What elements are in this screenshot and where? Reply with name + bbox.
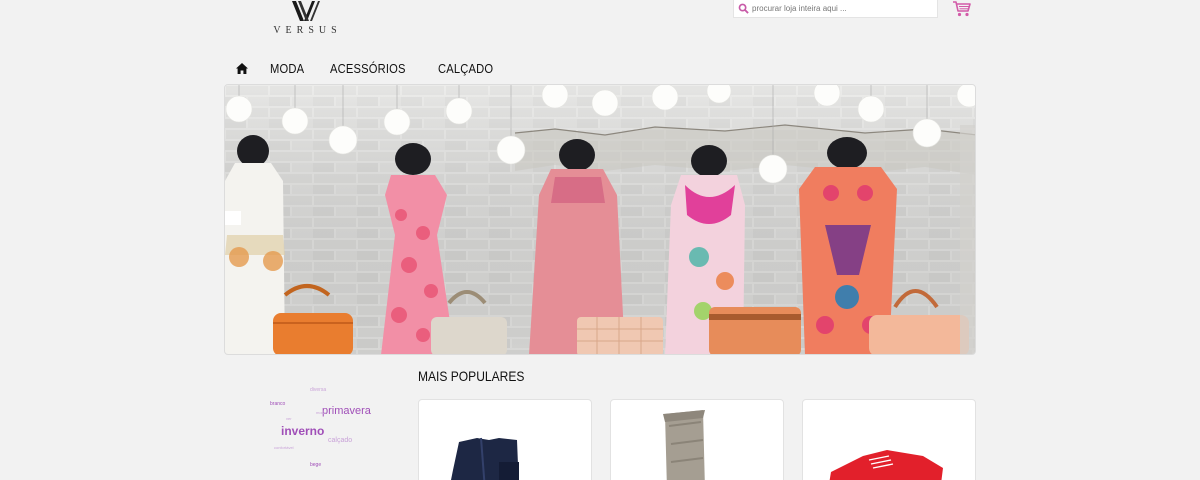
- hero-banner-image: [225, 85, 975, 354]
- cart-icon[interactable]: [952, 0, 972, 18]
- product-card-navy-ankle-boot[interactable]: [418, 399, 592, 480]
- tag-confortavel[interactable]: confortável: [274, 445, 294, 450]
- nav-item-calcado[interactable]: CALÇADO: [438, 61, 493, 76]
- tag-ver[interactable]: ver: [286, 416, 292, 421]
- search-icon[interactable]: [734, 0, 752, 18]
- nav-item-moda[interactable]: MODA: [270, 61, 304, 76]
- brand-name: VERSUS: [273, 25, 342, 36]
- navy-ankle-boot-image: [451, 437, 519, 480]
- grey-tall-boot-image: [663, 410, 705, 480]
- red-sneaker-image: [829, 450, 943, 480]
- tag-diversa[interactable]: diversa: [310, 387, 326, 393]
- brand-logo[interactable]: VERSUS: [262, 0, 348, 44]
- tag-calcado[interactable]: calçado: [328, 437, 352, 444]
- tag-primavera[interactable]: primavera: [322, 405, 371, 417]
- tag-moda[interactable]: moda: [316, 410, 326, 415]
- nav-item-acessorios[interactable]: ACESSÓRIOS: [330, 61, 406, 76]
- popular-section-title: MAIS POPULARES: [418, 368, 525, 384]
- product-card-grey-tall-boot[interactable]: [610, 399, 784, 480]
- vx-monogram-icon: [292, 1, 320, 21]
- tag-branco[interactable]: branco: [270, 401, 285, 407]
- tag-inverno[interactable]: inverno: [281, 424, 324, 438]
- hero-banner[interactable]: [224, 84, 976, 355]
- tag-cloud: diversa branco primavera inverno calçado…: [262, 382, 392, 472]
- home-icon[interactable]: [236, 61, 250, 75]
- main-nav: MODA ACESSÓRIOS CALÇADO: [236, 58, 522, 78]
- product-card-red-sneaker[interactable]: [802, 399, 976, 480]
- tag-bege[interactable]: bege: [310, 462, 321, 468]
- search-bar: [733, 0, 938, 18]
- search-input[interactable]: [752, 0, 932, 17]
